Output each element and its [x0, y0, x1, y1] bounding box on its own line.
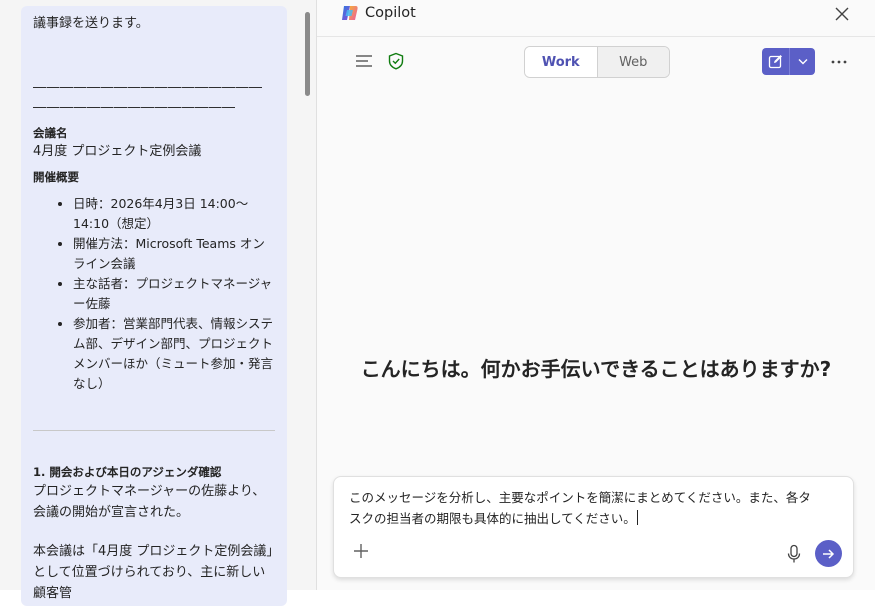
list-item: 日時：2026年4月3日 14:00〜14:10（想定）	[73, 194, 275, 234]
shield-check-icon[interactable]	[387, 52, 405, 70]
more-icon	[831, 60, 847, 64]
title-bar: Copilot	[317, 0, 875, 30]
send-button[interactable]	[815, 540, 842, 567]
section-divider	[33, 430, 275, 431]
text-cursor	[636, 510, 638, 525]
list-item: 参加者：営業部門代表、情報システム部、デザイン部門、プロジェクトメンバーほか（ミ…	[73, 314, 275, 394]
scrollbar[interactable]	[305, 12, 310, 96]
tab-work[interactable]: Work	[525, 47, 598, 77]
email-pane: 議事録を送ります。 ――――――――――――――――――――――――――――――…	[0, 0, 317, 606]
add-button[interactable]	[351, 543, 371, 563]
intro-text: 議事録を送ります。	[33, 16, 149, 31]
message-body: 議事録を送ります。 ――――――――――――――――――――――――――――――…	[21, 6, 287, 606]
overview-list: 日時：2026年4月3日 14:00〜14:10（想定） 開催方法：Micros…	[33, 194, 275, 394]
send-arrow-icon	[823, 548, 835, 559]
separator-line: ――――――――――――――――――――――――――――――――	[33, 80, 263, 115]
overview-label: 開催概要	[33, 170, 79, 184]
list-item: 開催方法：Microsoft Teams オンライン会議	[73, 234, 275, 274]
app-title: Copilot	[365, 5, 416, 21]
copilot-pane: Copilot Work Web こんにちは。何かお手伝いできることはありますか…	[317, 0, 875, 590]
copilot-logo-icon	[342, 6, 358, 20]
section-body: プロジェクトマネージャーの佐藤より、会議の開始が宣言された。	[33, 484, 266, 520]
prompt-text: このメッセージを分析し、主要なポイントを簡潔にまとめてください。また、各タスクの…	[349, 490, 811, 526]
tab-web[interactable]: Web	[597, 47, 669, 77]
prompt-input[interactable]: このメッセージを分析し、主要なポイントを簡潔にまとめてください。また、各タスクの…	[349, 487, 819, 529]
menu-icon[interactable]	[355, 52, 373, 70]
new-chat-options-button[interactable]	[790, 48, 815, 75]
section-title: 1. 開会および本日のアジェンダ確認	[33, 465, 222, 479]
close-icon	[835, 7, 849, 21]
list-item: 主な話者：プロジェクトマネージャー佐藤	[73, 274, 275, 314]
close-button[interactable]	[829, 3, 855, 25]
meeting-name-label: 会議名	[33, 126, 68, 140]
new-chat-split-button	[762, 48, 815, 75]
work-web-toggle: Work Web	[524, 46, 670, 78]
new-chat-button[interactable]	[762, 48, 789, 75]
section-body-continued: 本会議は「4月度 プロジェクト定例会議」として位置づけられており、主に新しい顧客…	[33, 544, 273, 601]
chevron-down-icon	[798, 59, 807, 65]
microphone-icon[interactable]	[785, 544, 803, 564]
greeting-text: こんにちは。何かお手伝いできることはありますか?	[360, 357, 832, 381]
plus-icon	[354, 544, 368, 558]
title-divider	[317, 36, 875, 37]
meeting-name: 4月度 プロジェクト定例会議	[33, 144, 202, 159]
compose-box: このメッセージを分析し、主要なポイントを簡潔にまとめてください。また、各タスクの…	[333, 476, 854, 578]
compose-icon	[768, 55, 782, 69]
more-options-button[interactable]	[827, 50, 851, 72]
